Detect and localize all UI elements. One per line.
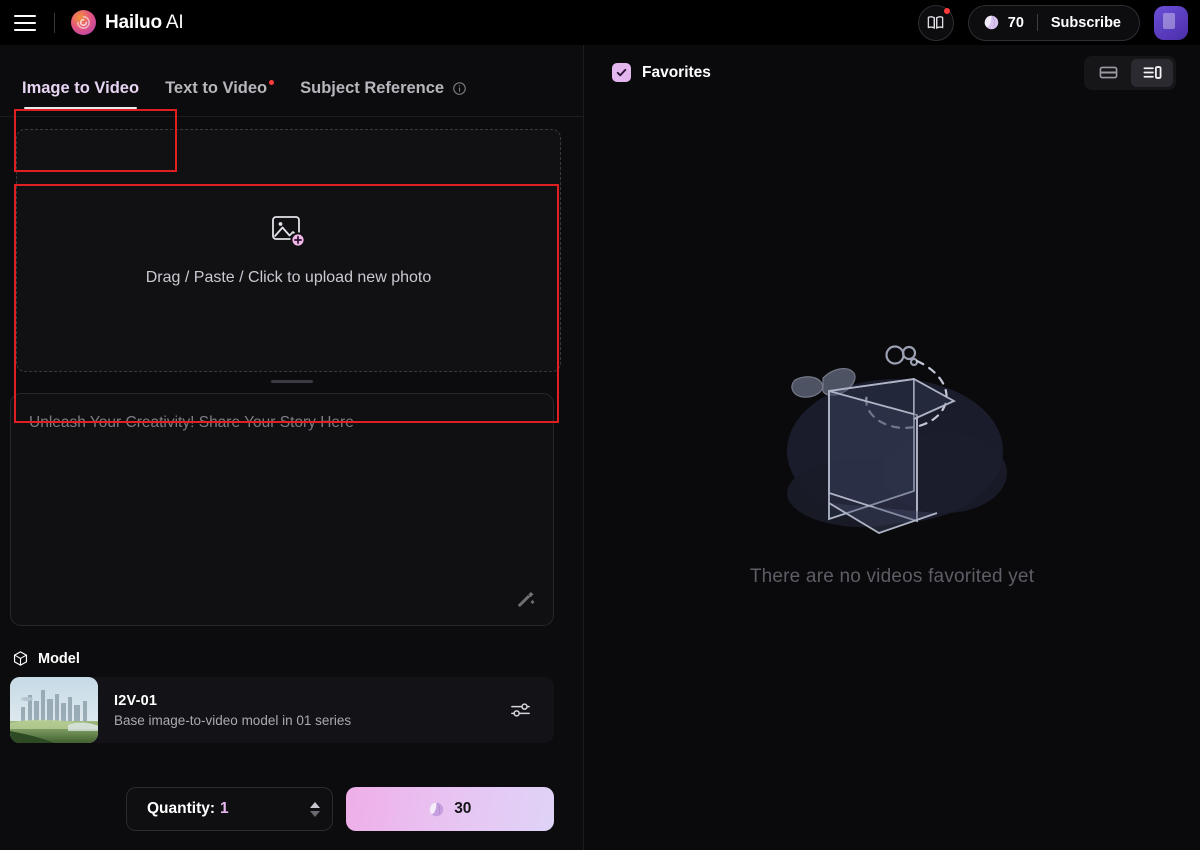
user-avatar[interactable]	[1154, 5, 1188, 40]
gem-credit-icon	[429, 802, 444, 816]
generate-button[interactable]: 30	[345, 787, 554, 831]
quantity-value: 1	[220, 800, 229, 817]
gem-credit-icon	[984, 15, 998, 30]
mode-tabs: Image to Video Text to Video Subject Ref…	[0, 45, 583, 117]
hailuo-ai-app: Hailuo AI 70 Subscribe Image to Video Te…	[0, 0, 1200, 850]
tab-subject-reference-label: Subject Reference	[300, 79, 445, 97]
active-tab-underline	[24, 107, 138, 109]
sliders-icon[interactable]	[509, 699, 532, 722]
sidebar-panel-icon	[1143, 66, 1161, 79]
header-divider	[54, 12, 55, 33]
prompt-textarea[interactable]: Unleash Your Creativity! Share Your Stor…	[10, 393, 554, 626]
image-upload-dropzone[interactable]: Drag / Paste / Click to upload new photo	[16, 129, 561, 372]
tab-text-to-video-label: Text to Video	[165, 79, 268, 97]
model-section-header: Model	[12, 650, 583, 667]
hamburger-menu-icon[interactable]	[14, 10, 40, 36]
book-guide-icon	[927, 16, 944, 29]
panel-resize-handle[interactable]	[270, 380, 313, 383]
favorites-checkbox[interactable]	[612, 63, 631, 82]
model-name: I2V-01	[114, 692, 158, 709]
guide-notification-badge	[943, 7, 950, 14]
tab-subject-reference[interactable]: Subject Reference	[300, 79, 467, 117]
app-body: Image to Video Text to Video Subject Ref…	[0, 45, 1200, 850]
brand-title: Hailuo AI	[105, 11, 184, 34]
model-description: Base image-to-video model in 01 series	[114, 712, 352, 728]
right-gallery-panel: Favorites There are no videos favorited …	[584, 45, 1200, 850]
empty-state-text: There are no videos favorited yet	[749, 565, 1035, 587]
model-section-label: Model	[38, 650, 80, 667]
app-header: Hailuo AI 70 Subscribe	[0, 0, 1200, 45]
brand-logo[interactable]: Hailuo AI	[71, 10, 184, 35]
quantity-label: Quantity:	[147, 800, 216, 817]
generation-footer: Quantity: 1 30	[0, 782, 583, 850]
credits-count: 70	[1007, 14, 1024, 31]
favorites-label[interactable]: Favorites	[642, 64, 711, 82]
view-mode-toggle	[1084, 55, 1176, 90]
info-icon[interactable]	[452, 81, 467, 96]
tab-text-to-video[interactable]: Text to Video	[165, 79, 275, 117]
cube-icon	[13, 651, 28, 666]
tab-image-to-video[interactable]: Image to Video	[22, 79, 139, 117]
quantity-stepper[interactable]: Quantity: 1	[126, 787, 333, 831]
dropzone-label: Drag / Paste / Click to upload new photo	[145, 268, 432, 286]
prompt-placeholder: Unleash Your Creativity! Share Your Stor…	[29, 414, 354, 431]
left-creation-panel: Image to Video Text to Video Subject Ref…	[0, 45, 584, 850]
magic-wand-icon[interactable]	[515, 590, 536, 611]
view-mode-split-button[interactable]	[1131, 58, 1173, 87]
credits-subscribe-pill[interactable]: 70 Subscribe	[967, 4, 1140, 41]
gallery-header: Favorites	[584, 45, 1200, 100]
list-rows-icon	[1099, 66, 1117, 79]
empty-favorites-state: There are no videos favorited yet	[584, 100, 1200, 850]
view-mode-grid-button[interactable]	[1087, 59, 1129, 87]
quantity-increment-button[interactable]	[309, 801, 320, 808]
tabs-bottom-rule	[0, 116, 583, 117]
generate-cost: 30	[454, 800, 472, 817]
model-card-i2v01[interactable]: I2V-01 Base image-to-video model in 01 s…	[10, 677, 554, 743]
hailuo-spiral-logo-icon	[71, 10, 96, 35]
quantity-decrement-button[interactable]	[309, 810, 320, 817]
subscribe-button[interactable]: Subscribe	[1051, 15, 1121, 31]
model-info: I2V-01 Base image-to-video model in 01 s…	[98, 693, 351, 728]
quantity-arrows	[309, 801, 320, 817]
brand-suffix-text: AI	[165, 11, 184, 33]
brand-name-text: Hailuo	[105, 11, 162, 33]
model-thumbnail	[10, 677, 98, 743]
guide-book-button[interactable]	[917, 4, 954, 41]
empty-open-box-illustration	[787, 344, 1007, 534]
pill-separator	[1036, 14, 1038, 31]
tab-image-to-video-label: Image to Video	[22, 79, 140, 97]
new-feature-dot-badge	[269, 80, 275, 85]
image-add-icon	[271, 215, 306, 248]
check-icon	[616, 68, 627, 77]
